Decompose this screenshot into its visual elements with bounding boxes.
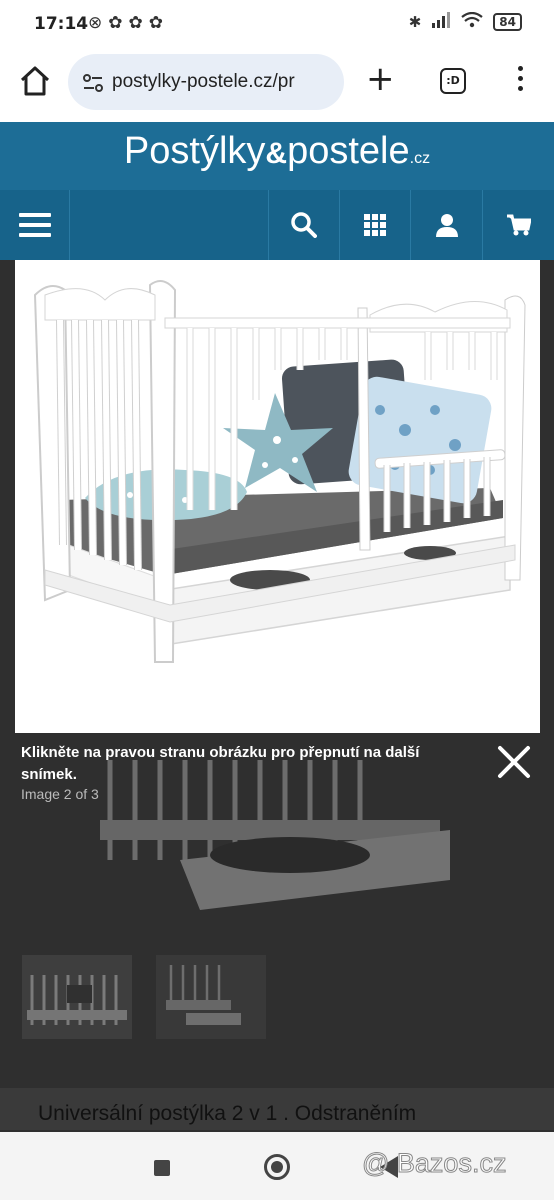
logo-tld: .cz xyxy=(409,150,431,167)
site-settings-icon[interactable] xyxy=(82,72,104,94)
status-bar: 17:14 ⊗✿✿✿ ✱ 84 xyxy=(0,0,554,50)
browser-menu-button[interactable] xyxy=(512,66,528,96)
recents-button[interactable] xyxy=(154,1160,170,1176)
status-right: ✱ 84 xyxy=(408,11,522,32)
new-tab-button[interactable]: + xyxy=(366,62,395,96)
signal-icon xyxy=(431,12,451,32)
close-lightbox-button[interactable] xyxy=(496,744,532,780)
grid-icon xyxy=(364,214,386,236)
notification-icons: ⊗✿✿✿ xyxy=(88,13,169,33)
site-nav-bar xyxy=(0,190,554,260)
url-text[interactable]: postylky-postele.cz/pr xyxy=(112,71,336,93)
account-button[interactable] xyxy=(410,190,482,260)
categories-button[interactable] xyxy=(339,190,410,260)
user-icon xyxy=(435,214,458,237)
crib-photo xyxy=(15,260,540,733)
site-logo[interactable]: Postýlky&postele.cz xyxy=(0,130,554,173)
lightbox-overlay[interactable]: Klikněte na pravou stranu obrázku pro př… xyxy=(0,260,554,1130)
lightbox-caption: Klikněte na pravou stranu obrázku pro př… xyxy=(21,744,420,783)
menu-icon xyxy=(18,213,51,237)
browser-toolbar: postylky-postele.cz/pr + :D xyxy=(0,50,554,122)
close-icon xyxy=(498,746,530,778)
tab-switcher-button[interactable]: :D xyxy=(440,68,466,94)
search-icon xyxy=(291,212,317,238)
wifi-icon xyxy=(461,11,483,32)
bluetooth-icon: ✱ xyxy=(408,13,422,31)
menu-button[interactable] xyxy=(0,190,70,260)
thumbnail-1[interactable] xyxy=(22,955,132,1039)
watermark: @ Bazos.cz xyxy=(361,1148,507,1179)
home-button[interactable] xyxy=(18,64,52,98)
home-nav-button[interactable] xyxy=(264,1154,290,1180)
product-title: Universální postýlka 2 v 1 . Odstraněním xyxy=(38,1102,417,1125)
logo-ampersand: & xyxy=(265,137,288,170)
battery-icon: 84 xyxy=(493,13,522,31)
url-bar[interactable]: postylky-postele.cz/pr xyxy=(68,54,344,110)
thumbnail-2[interactable] xyxy=(156,955,266,1039)
search-button[interactable] xyxy=(268,190,339,260)
image-counter: Image 2 of 3 xyxy=(21,786,99,802)
cart-button[interactable] xyxy=(482,190,554,260)
status-time: 17:14 xyxy=(34,14,89,34)
home-icon xyxy=(20,66,50,96)
lightbox-image[interactable] xyxy=(15,260,540,733)
logo-text-main: Postýlky xyxy=(123,130,266,172)
site-header: Postýlky&postele.cz xyxy=(0,122,554,190)
logo-text-second: postele xyxy=(287,130,410,172)
cart-icon xyxy=(506,214,531,236)
